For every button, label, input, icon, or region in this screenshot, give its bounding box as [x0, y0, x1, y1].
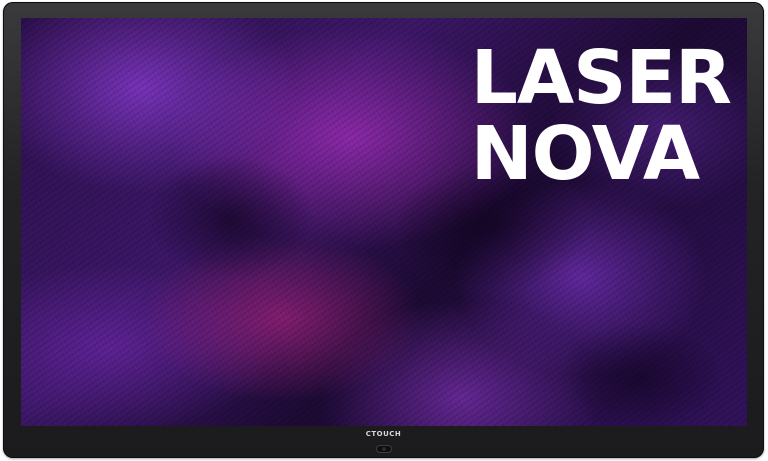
interactive-display: LASER NOVA CTOUCH	[3, 2, 764, 458]
display-screen: LASER NOVA	[21, 18, 747, 426]
headline-line-2: NOVA	[470, 111, 700, 197]
front-sensor	[377, 446, 391, 452]
brand-logo: CTOUCH	[365, 430, 402, 438]
product-headline: LASER NOVA	[470, 35, 732, 197]
sensor-lens	[382, 447, 386, 451]
headline-line-1: LASER	[470, 35, 732, 121]
